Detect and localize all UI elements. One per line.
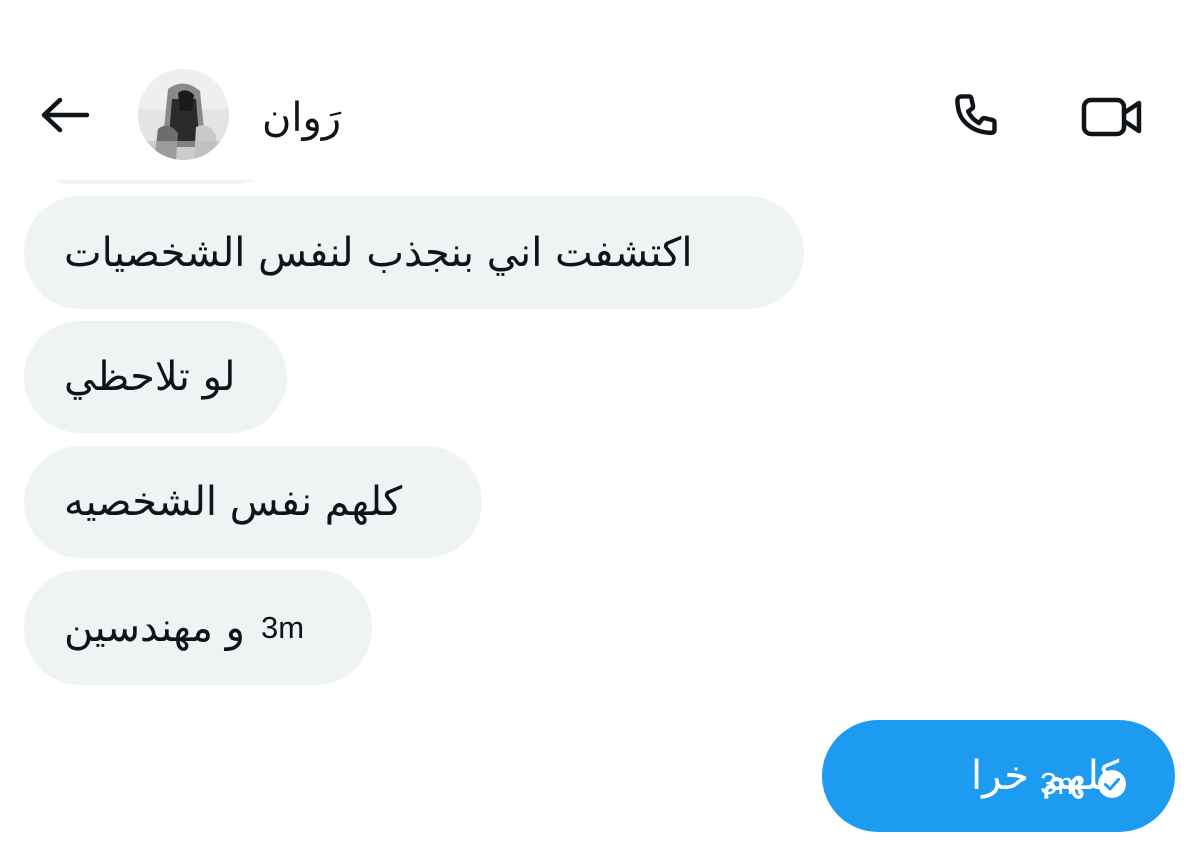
message-bubble-received[interactable]: كلهم نفس الشخصيه xyxy=(24,446,482,558)
message-text: اكتشفت اني بنجذب لنفس الشخصيات xyxy=(64,229,693,276)
video-call-button[interactable] xyxy=(1076,86,1148,148)
avatar-image xyxy=(138,69,229,160)
read-check-icon xyxy=(1098,770,1127,798)
arrow-left-icon xyxy=(41,97,89,133)
call-button[interactable] xyxy=(946,86,1008,148)
sent-message-meta: 3m xyxy=(1040,766,1127,802)
video-camera-icon xyxy=(1081,97,1142,137)
message-bubble-received[interactable]: و مهندسين 3m xyxy=(24,570,372,685)
contact-avatar[interactable] xyxy=(138,69,229,160)
contact-name[interactable]: رَوان xyxy=(262,92,341,144)
message-text: كلهم نفس الشخصيه xyxy=(64,479,403,525)
message-bubble-received[interactable]: لو تلاحظي xyxy=(24,321,287,433)
back-button[interactable] xyxy=(36,90,92,140)
message-text: لو تلاحظي xyxy=(64,354,236,400)
conversation-header: رَوان xyxy=(0,0,1200,180)
message-text: و مهندسين xyxy=(64,604,245,651)
message-timestamp: 3m xyxy=(261,609,305,645)
message-bubble-received[interactable]: اكتشفت اني بنجذب لنفس الشخصيات xyxy=(24,196,804,309)
dm-conversation-screen: رَوان اكتشفت اني بنجذب لنفس الشخصيات لو … xyxy=(0,0,1200,846)
phone-icon xyxy=(955,94,997,136)
message-timestamp: 3m xyxy=(1040,766,1084,801)
